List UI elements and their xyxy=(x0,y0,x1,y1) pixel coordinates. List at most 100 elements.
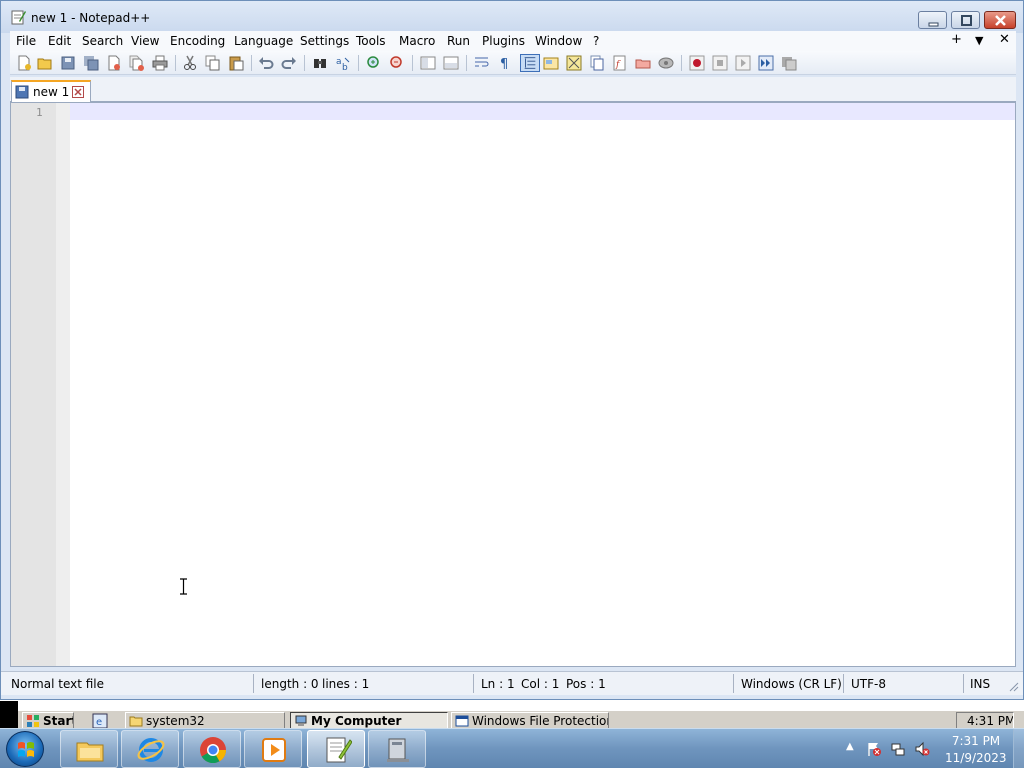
notepadpp-window: new 1 - Notepad++ File Edit Search View … xyxy=(0,0,1024,700)
toolbar-separator xyxy=(358,55,359,71)
save-icon[interactable] xyxy=(60,55,76,71)
redo-icon[interactable] xyxy=(281,55,297,71)
menu-run[interactable]: Run xyxy=(447,34,470,48)
menu-window[interactable]: Window xyxy=(535,34,582,48)
minimize-button[interactable] xyxy=(918,11,947,29)
print-icon[interactable] xyxy=(152,55,168,71)
folder-as-workspace-icon[interactable] xyxy=(635,55,651,71)
paste-icon[interactable] xyxy=(228,55,244,71)
window-app-icon xyxy=(455,715,469,727)
document-list-icon[interactable] xyxy=(589,55,605,71)
status-length: length : 0 xyxy=(261,677,319,691)
taskbar-internet-explorer[interactable] xyxy=(121,730,179,768)
menu-settings[interactable]: Settings xyxy=(300,34,349,48)
media-player-icon xyxy=(262,738,286,762)
menu-encoding[interactable]: Encoding xyxy=(170,34,225,48)
show-hidden-icons-button[interactable]: ▲ xyxy=(846,741,854,752)
run-macro-multiple-icon[interactable] xyxy=(758,55,774,71)
close-tab-icon[interactable] xyxy=(72,86,84,98)
resize-grip-icon[interactable] xyxy=(1007,680,1019,692)
undo-icon[interactable] xyxy=(258,55,274,71)
quick-launch-ie-icon[interactable]: e xyxy=(92,713,108,729)
status-line: Ln : 1 xyxy=(481,677,515,691)
wfp-label: Windows File Protection xyxy=(472,714,609,728)
volume-muted-icon[interactable] xyxy=(914,741,930,757)
zoom-in-icon[interactable] xyxy=(366,55,382,71)
line-number: 1 xyxy=(36,106,43,119)
action-center-flag-icon[interactable] xyxy=(866,741,882,757)
clock-time[interactable]: 7:31 PM xyxy=(950,734,1002,748)
find-icon[interactable] xyxy=(312,55,328,71)
taskbar-chrome[interactable] xyxy=(183,730,241,768)
play-macro-icon[interactable] xyxy=(735,55,751,71)
close-document-button[interactable]: ✕ xyxy=(999,32,1010,47)
status-lines: lines : 1 xyxy=(322,677,370,691)
menu-plugins[interactable]: Plugins xyxy=(482,34,525,48)
monitoring-icon[interactable] xyxy=(658,55,674,71)
copy-icon[interactable] xyxy=(205,55,221,71)
menu-macro[interactable]: Macro xyxy=(399,34,435,48)
new-file-icon[interactable] xyxy=(16,55,32,71)
menu-language[interactable]: Language xyxy=(234,34,293,48)
taskbar-file-explorer[interactable] xyxy=(60,730,118,768)
close-file-icon[interactable] xyxy=(106,55,122,71)
sync-vertical-icon[interactable] xyxy=(420,55,436,71)
text-editor-area[interactable] xyxy=(70,103,1015,666)
status-insert-mode[interactable]: INS xyxy=(970,677,990,691)
taskbar-computer[interactable] xyxy=(368,730,426,768)
strip-edge xyxy=(0,701,18,731)
tab-list-dropdown-button[interactable]: ▼ xyxy=(975,34,983,47)
open-file-icon[interactable] xyxy=(37,55,53,71)
close-all-icon[interactable] xyxy=(129,55,145,71)
show-all-characters-icon[interactable]: ¶ xyxy=(497,55,513,71)
fold-margin[interactable] xyxy=(56,103,70,666)
menu-view[interactable]: View xyxy=(131,34,159,48)
user-defined-language-icon[interactable] xyxy=(543,55,559,71)
new-tab-plus-button[interactable]: + xyxy=(951,32,962,47)
stop-recording-icon[interactable] xyxy=(712,55,728,71)
status-eol-format[interactable]: Windows (CR LF) xyxy=(741,677,842,691)
indent-guide-icon[interactable] xyxy=(520,54,540,72)
save-all-icon[interactable] xyxy=(83,55,99,71)
zoom-out-icon[interactable] xyxy=(389,55,405,71)
status-encoding[interactable]: UTF-8 xyxy=(851,677,886,691)
close-icon xyxy=(995,15,1006,26)
show-desktop-button[interactable] xyxy=(1013,729,1024,768)
toolbar-separator xyxy=(412,55,413,71)
close-window-button[interactable] xyxy=(984,11,1016,29)
folder-icon xyxy=(129,716,143,727)
menu-tools[interactable]: Tools xyxy=(356,34,386,48)
taskbar-notepad-plus-plus[interactable] xyxy=(307,730,365,768)
clock-date[interactable]: 11/9/2023 xyxy=(945,751,1007,765)
network-icon[interactable] xyxy=(890,741,906,757)
status-divider xyxy=(843,674,844,693)
notepadpp-app-icon xyxy=(11,10,26,25)
replace-icon[interactable]: ab xyxy=(335,55,351,71)
save-macro-icon[interactable] xyxy=(781,55,797,71)
toolbar-separator xyxy=(251,55,252,71)
menu-help[interactable]: ? xyxy=(593,34,599,48)
maximize-button[interactable] xyxy=(951,11,980,29)
editor-pane[interactable]: 1 xyxy=(10,102,1016,667)
toolbar-separator xyxy=(304,55,305,71)
taskbar-media-player[interactable] xyxy=(244,730,302,768)
menu-search[interactable]: Search xyxy=(82,34,123,48)
status-bar: Normal text file length : 0 lines : 1 Ln… xyxy=(1,671,1023,695)
record-macro-icon[interactable] xyxy=(689,55,705,71)
start-button[interactable] xyxy=(6,731,44,767)
status-position: Pos : 1 xyxy=(566,677,606,691)
status-divider xyxy=(733,674,734,693)
menu-edit[interactable]: Edit xyxy=(48,34,71,48)
toolbar-separator xyxy=(466,55,467,71)
tab-new-1[interactable]: new 1 xyxy=(11,80,91,102)
cut-icon[interactable] xyxy=(182,55,198,71)
function-list-icon[interactable]: f xyxy=(612,55,628,71)
title-bar[interactable]: new 1 - Notepad++ xyxy=(1,1,1023,33)
menu-file[interactable]: File xyxy=(16,34,36,48)
document-map-icon[interactable] xyxy=(566,55,582,71)
sync-horizontal-icon[interactable] xyxy=(443,55,459,71)
menu-bar: File Edit Search View Encoding Language … xyxy=(10,31,1016,51)
word-wrap-icon[interactable] xyxy=(474,55,490,71)
windows-flag-icon xyxy=(27,715,39,727)
chrome-icon xyxy=(200,737,227,764)
